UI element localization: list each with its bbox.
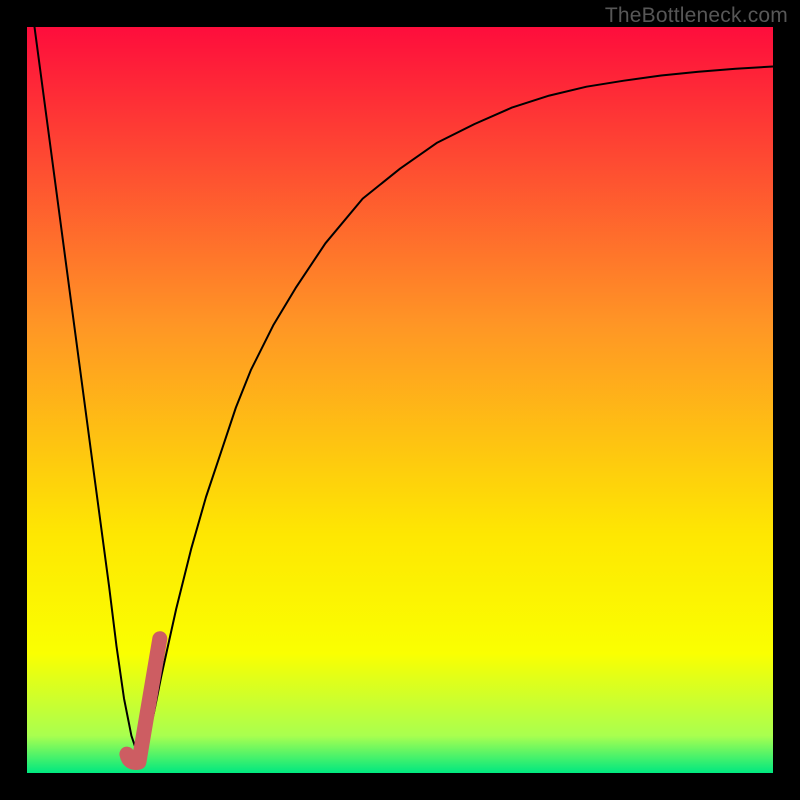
bottleneck-chart: [0, 0, 800, 800]
chart-frame: TheBottleneck.com: [0, 0, 800, 800]
chart-gradient-background: [27, 27, 773, 773]
watermark-label: TheBottleneck.com: [605, 4, 788, 28]
